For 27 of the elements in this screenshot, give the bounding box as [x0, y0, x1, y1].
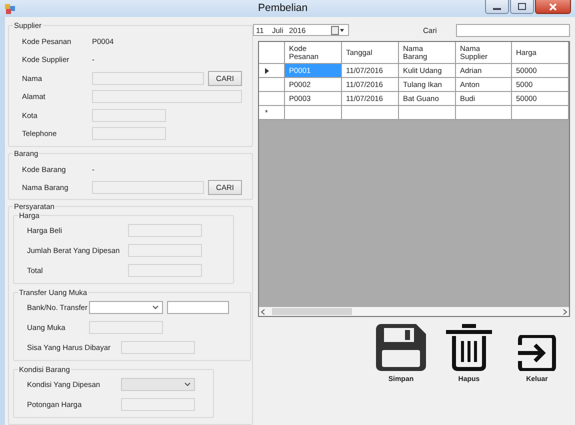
- close-button[interactable]: [535, 0, 571, 14]
- maximize-button[interactable]: [510, 0, 534, 14]
- scroll-right-icon: [563, 308, 567, 314]
- table-cell[interactable]: [512, 106, 569, 120]
- trash-icon: [446, 324, 492, 371]
- exit-icon: [518, 335, 556, 371]
- chevron-icon: [184, 382, 191, 386]
- app-icon: [5, 4, 15, 14]
- row-pointer-icon: [265, 68, 269, 74]
- scroll-left-icon: [261, 308, 265, 314]
- dropdown[interactable]: [121, 378, 195, 390]
- scrollbar-thumb[interactable]: [272, 308, 352, 315]
- window-title: Pembelian: [258, 2, 308, 14]
- close-icon: [549, 2, 557, 10]
- search-field[interactable]: [456, 24, 570, 36]
- table-cell[interactable]: [456, 106, 512, 120]
- table-cell[interactable]: [285, 106, 342, 120]
- input-field[interactable]: [167, 300, 229, 314]
- chevron-icon: [152, 304, 159, 310]
- minimize-button[interactable]: [485, 0, 509, 14]
- table-cell[interactable]: [342, 106, 399, 120]
- table-cell[interactable]: [399, 106, 456, 120]
- horizontal-scrollbar[interactable]: [259, 307, 569, 316]
- maximize-icon: [518, 3, 526, 10]
- calendar-icon: [331, 26, 345, 34]
- dropdown[interactable]: [89, 300, 163, 314]
- row-header[interactable]: [259, 64, 285, 78]
